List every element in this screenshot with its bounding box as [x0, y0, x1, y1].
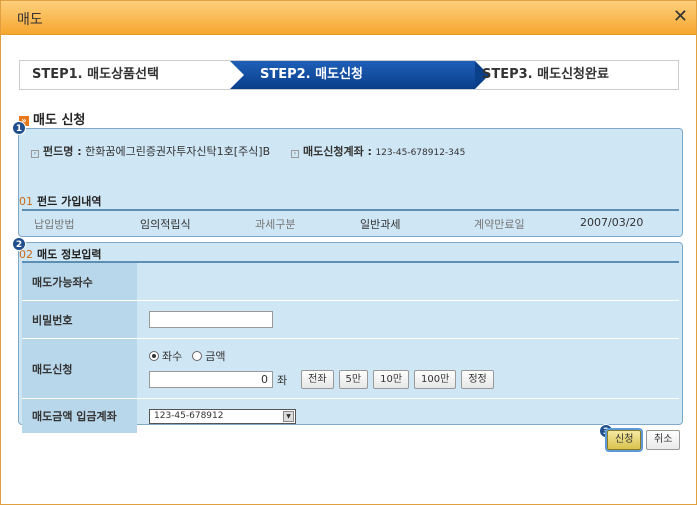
radio-selected-icon	[149, 351, 159, 361]
tax-type-value: 일반과세	[360, 218, 401, 231]
password-row: 비밀번호	[22, 301, 679, 339]
add-50k-button[interactable]: 5만	[338, 370, 369, 389]
fund-name-row: › 펀드명 : 한화꿈에그린증권자투자신탁1호[주식]B	[31, 143, 270, 159]
subscription-details: 납입방법 임의적립식 과세구분 일반과세 계약만료일 2007/03/20	[22, 209, 679, 233]
radio-amount[interactable]: 금액	[192, 348, 226, 364]
subscription-heading: 01 펀드 가입내역	[19, 195, 102, 208]
title-bar: 매도 ✕	[1, 1, 696, 35]
quantity-input[interactable]: 0	[149, 371, 273, 388]
sell-request-row: 매도신청 좌수 금액 0 좌 전좌 5만 10만 100만 정정	[22, 339, 679, 399]
step-1: STEP1. 매도상품선택	[32, 67, 159, 82]
quantity-unit: 좌	[277, 373, 288, 387]
password-input[interactable]	[149, 311, 273, 328]
sell-form: 매도가능좌수 비밀번호 매도신청 좌수 금액 0 좌 전좌 5만 10만 100…	[22, 261, 679, 434]
step-indicator: STEP1. 매도상품선택 STEP2. 매도신청 STEP3. 매도신청완료	[19, 60, 679, 90]
fund-account-row: › 매도신청계좌 : 123-45-678912-345	[291, 143, 465, 159]
sell-info-heading: 02 매도 정보입력	[19, 248, 102, 261]
fund-info-panel: › 펀드명 : 한화꿈에그린증권자투자신탁1호[주식]B › 매도신청계좌 : 12…	[18, 128, 683, 237]
cancel-button[interactable]: 취소	[646, 430, 681, 450]
all-units-button[interactable]: 전좌	[301, 370, 334, 389]
step-2: STEP2. 매도신청	[260, 67, 363, 82]
deposit-account-select[interactable]: 123-45-678912 ▼	[149, 408, 296, 424]
correct-button[interactable]: 정정	[461, 370, 494, 389]
expiry-label: 계약만료일	[474, 218, 525, 231]
window-title: 매도	[17, 12, 43, 28]
arrow-icon: ›	[31, 150, 39, 158]
add-1m-button[interactable]: 100만	[414, 370, 457, 389]
apply-button[interactable]: 신청	[607, 430, 642, 450]
pay-method-value: 임의적립식	[140, 218, 191, 231]
fund-name: 한화꿈에그린증권자투자신탁1호[주식]B	[85, 145, 271, 158]
available-units-row: 매도가능좌수	[22, 263, 679, 301]
marker-2: 2	[12, 237, 26, 251]
close-icon[interactable]: ✕	[673, 6, 688, 28]
chevron-down-icon: ▼	[283, 410, 294, 422]
radio-units[interactable]: 좌수	[149, 348, 182, 364]
add-100k-button[interactable]: 10만	[373, 370, 410, 389]
pay-method-label: 납입방법	[34, 218, 75, 231]
deposit-account-row: 매도금액 입금계좌 123-45-678912 ▼	[22, 399, 679, 434]
radio-empty-icon	[192, 351, 203, 361]
marker-1: 1	[12, 121, 26, 135]
sell-info-panel: 02 매도 정보입력 매도가능좌수 비밀번호 매도신청 좌수 금액 0 좌 전좌…	[18, 242, 683, 434]
section-title: » 매도 신청	[19, 109, 85, 128]
fund-account: 123-45-678912-345	[375, 148, 466, 158]
arrow-icon: ›	[291, 150, 299, 158]
step-3: STEP3. 매도신청완료	[482, 67, 609, 82]
tax-type-label: 과세구분	[255, 218, 296, 231]
expiry-value: 2007/03/20	[580, 216, 644, 229]
sell-dialog: 매도 ✕ STEP1. 매도상품선택 STEP2. 매도신청 STEP3. 매도…	[0, 0, 697, 505]
